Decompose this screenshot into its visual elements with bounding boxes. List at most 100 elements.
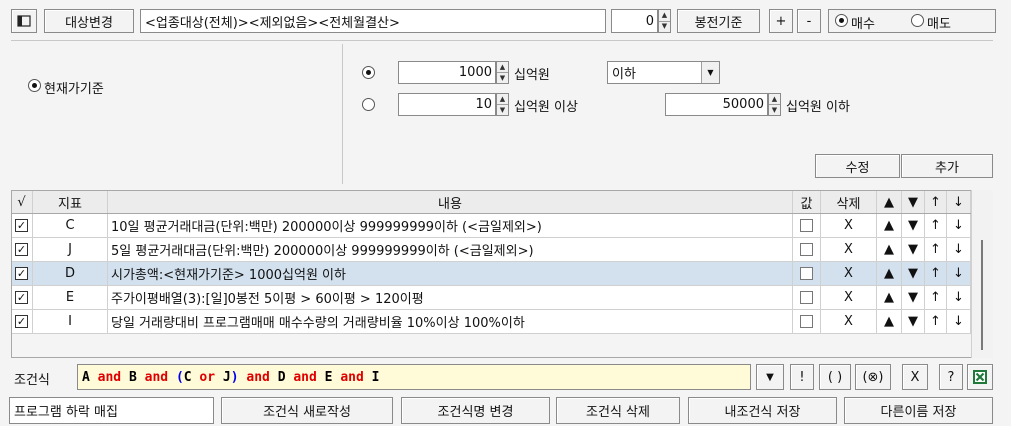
not-button[interactable]: ! — [790, 364, 814, 390]
panel-toggle-button[interactable] — [11, 9, 37, 33]
min-value-stepper[interactable]: ▲ ▼ — [496, 93, 509, 116]
move-bottom-icon[interactable]: ▼ — [902, 286, 925, 309]
row-delete-button[interactable]: X — [821, 286, 877, 309]
new-condition-button[interactable]: 조건식 새로작성 — [221, 397, 393, 424]
move-down-icon[interactable]: ↓ — [947, 310, 971, 333]
max-unit-label: 십억원 이하 — [786, 100, 850, 115]
minus-button[interactable]: - — [797, 9, 821, 33]
range-option1-radio[interactable] — [362, 66, 375, 79]
min-value-input[interactable]: 10 — [398, 93, 496, 116]
add-button[interactable]: 추가 — [901, 154, 993, 178]
row-checkbox[interactable]: ✓ — [15, 267, 28, 280]
move-bottom-icon[interactable]: ▼ — [902, 214, 925, 237]
buy-radio[interactable] — [835, 14, 848, 27]
help-button[interactable]: ? — [939, 364, 963, 390]
stepper-up-icon[interactable]: ▲ — [497, 62, 508, 72]
chevron-down-icon[interactable]: ▼ — [701, 62, 719, 83]
table-row[interactable]: ✓ J 5일 평균거래대금(단위:백만) 200000이상 999999999이… — [11, 238, 971, 262]
scrollbar-thumb[interactable] — [981, 240, 983, 350]
range-option2-radio[interactable] — [362, 98, 375, 111]
paren-button[interactable]: ( ) — [819, 364, 851, 390]
plus-button[interactable]: + — [769, 9, 793, 33]
move-top-icon[interactable]: ▲ — [877, 214, 902, 237]
row-delete-button[interactable]: X — [821, 310, 877, 333]
row-checkbox[interactable]: ✓ — [15, 219, 28, 232]
max-value-input[interactable]: 50000 — [665, 93, 768, 116]
save-as-button[interactable]: 다른이름 저장 — [844, 397, 993, 424]
target-change-button[interactable]: 대상변경 — [44, 9, 134, 33]
row-value-cell[interactable] — [793, 286, 821, 309]
row-value-checkbox[interactable] — [800, 243, 813, 256]
move-up-icon[interactable]: ↑ — [925, 262, 947, 285]
move-bottom-icon[interactable]: ▼ — [902, 262, 925, 285]
table-scrollbar[interactable] — [971, 190, 993, 358]
row-content: 5일 평균거래대금(단위:백만) 200000이상 999999999이하 (<… — [108, 238, 793, 261]
row-check-cell[interactable]: ✓ — [11, 310, 33, 333]
stepper-down-icon[interactable]: ▼ — [497, 104, 508, 115]
row-delete-button[interactable]: X — [821, 214, 877, 237]
move-down-icon[interactable]: ↓ — [947, 262, 971, 285]
move-down-icon[interactable]: ↓ — [947, 214, 971, 237]
stepper-down-icon[interactable]: ▼ — [769, 104, 780, 115]
modify-button[interactable]: 수정 — [815, 154, 900, 178]
row-value-checkbox[interactable] — [800, 291, 813, 304]
move-up-icon[interactable]: ↑ — [925, 286, 947, 309]
row-value-checkbox[interactable] — [800, 267, 813, 280]
cap-value-input[interactable]: 1000 — [398, 61, 496, 84]
stepper-down-icon[interactable]: ▼ — [497, 72, 508, 83]
table-row-selected[interactable]: ✓ D 시가총액:<현재가기준> 1000십억원 이하 X ▲ ▼ ↑ ↓ — [11, 262, 971, 286]
count-input[interactable]: 0 — [611, 9, 658, 33]
row-value-cell[interactable] — [793, 262, 821, 285]
move-top-icon[interactable]: ▲ — [877, 262, 902, 285]
stepper-up-icon[interactable]: ▲ — [497, 94, 508, 104]
move-bottom-icon[interactable]: ▼ — [902, 238, 925, 261]
row-value-cell[interactable] — [793, 214, 821, 237]
count-stepper[interactable]: ▲ ▼ — [658, 9, 671, 33]
move-down-icon[interactable]: ↓ — [947, 238, 971, 261]
sell-radio[interactable] — [911, 14, 924, 27]
save-condition-button[interactable]: 내조건식 저장 — [688, 397, 837, 424]
rename-condition-button[interactable]: 조건식명 변경 — [401, 397, 550, 424]
move-top-icon[interactable]: ▲ — [877, 238, 902, 261]
row-value-checkbox[interactable] — [800, 315, 813, 328]
move-up-icon[interactable]: ↑ — [925, 310, 947, 333]
x-button[interactable]: X — [902, 364, 928, 390]
excel-export-button[interactable] — [967, 364, 993, 390]
row-checkbox[interactable]: ✓ — [15, 243, 28, 256]
delete-condition-button[interactable]: 조건식 삭제 — [556, 397, 680, 424]
compare-select[interactable]: 이하 ▼ — [607, 61, 720, 84]
cap-value-stepper[interactable]: ▲ ▼ — [496, 61, 509, 84]
stepper-up-icon[interactable]: ▲ — [659, 10, 670, 21]
row-value-cell[interactable] — [793, 238, 821, 261]
max-value-stepper[interactable]: ▲ ▼ — [768, 93, 781, 116]
row-checkbox[interactable]: ✓ — [15, 315, 28, 328]
max-value: 50000 — [722, 97, 764, 112]
row-value-cell[interactable] — [793, 310, 821, 333]
move-up-icon[interactable]: ↑ — [925, 214, 947, 237]
move-top-icon[interactable]: ▲ — [877, 310, 902, 333]
row-value-checkbox[interactable] — [800, 219, 813, 232]
move-top-icon[interactable]: ▲ — [877, 286, 902, 309]
stepper-up-icon[interactable]: ▲ — [769, 94, 780, 104]
otimes-button[interactable]: (⊗) — [855, 364, 891, 390]
row-check-cell[interactable]: ✓ — [11, 238, 33, 261]
formula-token: I — [371, 369, 380, 385]
condition-name-input[interactable]: 프로그램 하락 매집 — [9, 397, 214, 424]
stepper-down-icon[interactable]: ▼ — [659, 20, 670, 33]
move-up-icon[interactable]: ↑ — [925, 238, 947, 261]
row-delete-button[interactable]: X — [821, 238, 877, 261]
table-row[interactable]: ✓ E 주가이평배열(3):[일]0봉전 5이평 > 60이평 > 120이평 … — [11, 286, 971, 310]
row-check-cell[interactable]: ✓ — [11, 262, 33, 285]
row-delete-button[interactable]: X — [821, 262, 877, 285]
row-check-cell[interactable]: ✓ — [11, 286, 33, 309]
row-checkbox[interactable]: ✓ — [15, 291, 28, 304]
bong-standard-button[interactable]: 봉전기준 — [677, 9, 760, 33]
row-check-cell[interactable]: ✓ — [11, 214, 33, 237]
move-down-icon[interactable]: ↓ — [947, 286, 971, 309]
current-price-radio[interactable] — [28, 79, 41, 92]
formula-dropdown-button[interactable]: ▼ — [756, 364, 784, 390]
formula-input[interactable]: A and B and (C or J) and D and E and I — [77, 364, 751, 390]
table-row[interactable]: ✓ C 10일 평균거래대금(단위:백만) 200000이상 999999999… — [11, 214, 971, 238]
table-row[interactable]: ✓ I 당일 거래량대비 프로그램매매 매수수량의 거래량비율 10%이상 10… — [11, 310, 971, 334]
move-bottom-icon[interactable]: ▼ — [902, 310, 925, 333]
